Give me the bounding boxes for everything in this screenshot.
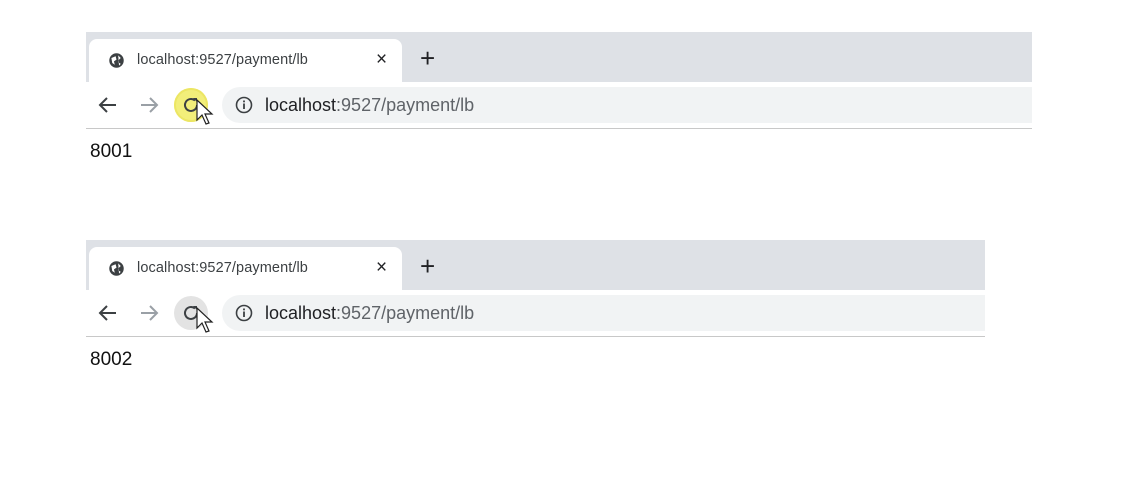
globe-icon xyxy=(109,53,124,68)
page-content: 8002 xyxy=(90,349,133,370)
browser-toolbar: localhost:9527/payment/lb xyxy=(86,290,985,337)
globe-icon xyxy=(109,261,124,276)
tab-title: localhost:9527/payment/lb xyxy=(137,52,308,68)
url-text: localhost:9527/payment/lb xyxy=(265,302,474,324)
url-host: localhost xyxy=(265,95,337,115)
tab-title: localhost:9527/payment/lb xyxy=(137,260,308,276)
browser-toolbar: localhost:9527/payment/lb xyxy=(86,82,1032,129)
address-bar[interactable]: localhost:9527/payment/lb xyxy=(222,87,1032,123)
tab-active[interactable]: localhost:9527/payment/lb × xyxy=(89,39,402,82)
new-tab-button[interactable]: + xyxy=(420,45,435,71)
info-icon[interactable] xyxy=(235,304,253,322)
back-arrow-icon[interactable] xyxy=(97,302,119,324)
mouse-cursor-icon xyxy=(196,99,214,125)
forward-arrow-icon[interactable] xyxy=(138,302,160,324)
url-path: :9527/payment/lb xyxy=(336,95,475,115)
close-tab-icon[interactable]: × xyxy=(376,258,387,277)
url-host: localhost xyxy=(265,303,337,323)
close-tab-icon[interactable]: × xyxy=(376,50,387,69)
page-content: 8001 xyxy=(90,141,133,162)
tab-strip: localhost:9527/payment/lb × + xyxy=(86,32,1032,82)
forward-arrow-icon[interactable] xyxy=(138,94,160,116)
new-tab-button[interactable]: + xyxy=(420,253,435,279)
tab-active[interactable]: localhost:9527/payment/lb × xyxy=(89,247,402,290)
tab-strip: localhost:9527/payment/lb × + xyxy=(86,240,985,290)
browser-window-1: localhost:9527/payment/lb × + localhost:… xyxy=(86,32,1032,163)
address-bar[interactable]: localhost:9527/payment/lb xyxy=(222,295,985,331)
back-arrow-icon[interactable] xyxy=(97,94,119,116)
url-path: :9527/payment/lb xyxy=(336,303,475,323)
browser-window-2: localhost:9527/payment/lb × + localhost:… xyxy=(86,240,985,371)
url-text: localhost:9527/payment/lb xyxy=(265,94,474,116)
info-icon[interactable] xyxy=(235,96,253,114)
mouse-cursor-icon xyxy=(196,307,214,333)
